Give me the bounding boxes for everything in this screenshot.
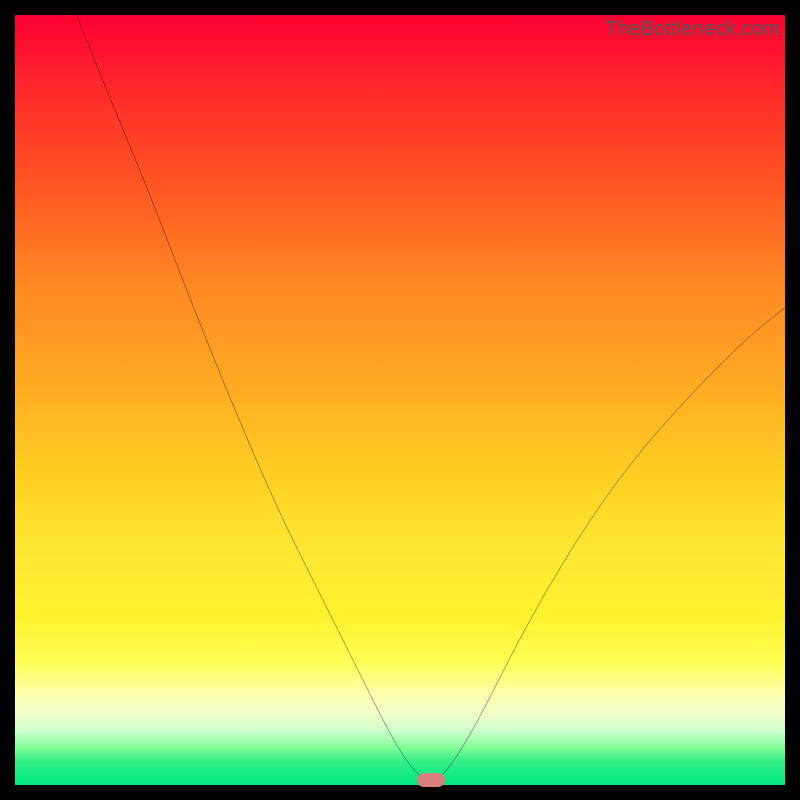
curve-path [77, 15, 785, 779]
watermark-text: TheBottleneck.com [605, 18, 780, 41]
bottleneck-curve [15, 15, 785, 785]
plot-area [15, 15, 785, 785]
optimum-marker [417, 773, 445, 787]
chart-container: TheBottleneck.com [0, 0, 800, 800]
